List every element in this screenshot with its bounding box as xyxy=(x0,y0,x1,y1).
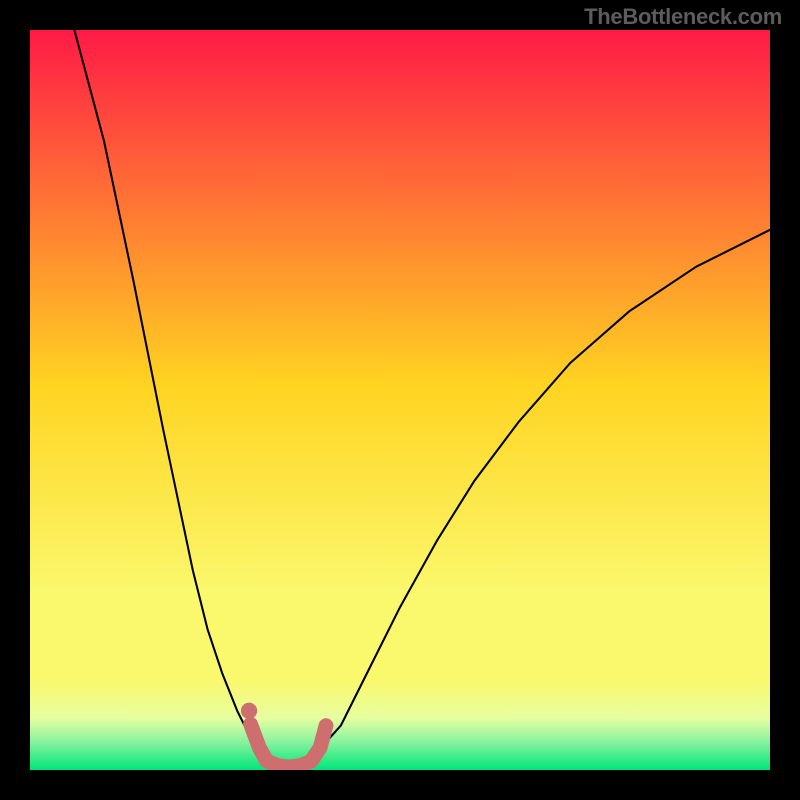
points-layer xyxy=(241,703,257,719)
chart-background xyxy=(30,30,770,770)
chart-root: TheBottleneck.com xyxy=(0,0,800,800)
watermark-text: TheBottleneck.com xyxy=(584,4,782,30)
chart-svg xyxy=(30,30,770,770)
plot-area xyxy=(30,30,770,770)
point-dot-left xyxy=(241,703,257,719)
